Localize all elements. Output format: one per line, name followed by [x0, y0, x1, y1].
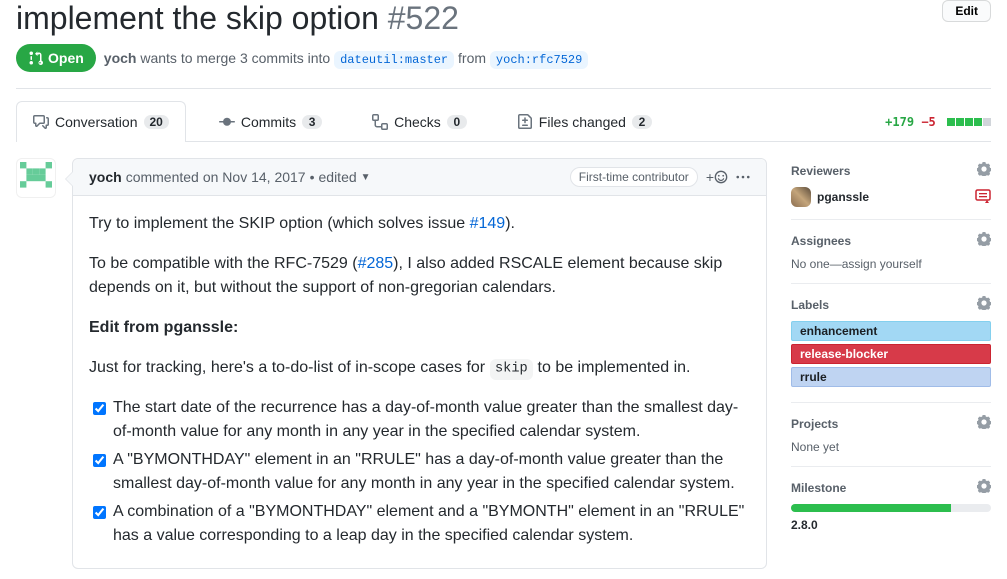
- checks-count: 0: [447, 115, 467, 129]
- task-text: A "BYMONTHDAY" element in an "RRULE" has…: [113, 451, 735, 492]
- add-reaction-button[interactable]: +: [706, 169, 728, 185]
- tab-conversation[interactable]: Conversation 20: [16, 101, 186, 142]
- tab-conversation-label: Conversation: [55, 114, 138, 130]
- chevron-down-icon[interactable]: ▼: [361, 172, 371, 183]
- diffstat: +179 −5: [885, 115, 991, 129]
- from-text: from: [458, 50, 486, 66]
- tab-commits[interactable]: Commits 3: [202, 101, 339, 142]
- bullet: •: [310, 169, 315, 185]
- pr-title-text: implement the skip option: [16, 0, 379, 36]
- edit-heading: Edit from pganssle:: [89, 316, 750, 340]
- files-count: 2: [632, 115, 652, 129]
- files-icon: [517, 114, 533, 130]
- gear-icon[interactable]: [977, 162, 991, 179]
- assignees-text[interactable]: No one—assign yourself: [791, 257, 991, 271]
- gear-icon[interactable]: [977, 415, 991, 432]
- comment-p3: Just for tracking, here's a to-do-list o…: [89, 356, 750, 380]
- tab-checks-label: Checks: [394, 114, 441, 130]
- task-text: A combination of a "BYMONTHDAY" element …: [113, 503, 744, 544]
- tab-files-label: Files changed: [539, 114, 626, 130]
- tabs-nav: Conversation 20 Commits 3 Checks 0 Files…: [16, 101, 669, 142]
- label-enhancement[interactable]: enhancement: [791, 321, 991, 341]
- reviewers-title[interactable]: Reviewers: [791, 162, 991, 179]
- merge-text: wants to merge 3 commits into: [140, 50, 330, 66]
- reviewer-avatar[interactable]: [791, 187, 811, 207]
- merge-description: yoch wants to merge 3 commits into dateu…: [104, 50, 589, 67]
- reviewer-link[interactable]: pganssle: [817, 190, 869, 204]
- changes-requested-icon: [975, 188, 991, 207]
- tab-checks[interactable]: Checks 0: [355, 101, 484, 142]
- task-item: A "BYMONTHDAY" element in an "RRULE" has…: [113, 448, 750, 496]
- task-list: The start date of the recurrence has a d…: [89, 396, 750, 548]
- edit-button[interactable]: Edit: [942, 0, 991, 22]
- projects-title[interactable]: Projects: [791, 415, 991, 432]
- assignees-title[interactable]: Assignees: [791, 232, 991, 249]
- author-link[interactable]: yoch: [104, 50, 137, 66]
- pr-number: #522: [388, 0, 459, 36]
- checks-icon: [372, 114, 388, 130]
- task-item: A combination of a "BYMONTHDAY" element …: [113, 500, 750, 548]
- code-skip: skip: [490, 359, 534, 379]
- comment-p2: To be compatible with the RFC-7529 (#285…: [89, 252, 750, 300]
- commits-icon: [219, 114, 235, 130]
- base-branch[interactable]: dateutil:master: [334, 51, 454, 69]
- comment-p1: Try to implement the SKIP option (which …: [89, 212, 750, 236]
- task-item: The start date of the recurrence has a d…: [113, 396, 750, 444]
- tab-commits-label: Commits: [241, 114, 296, 130]
- pr-icon: [28, 50, 44, 66]
- kebab-icon[interactable]: [736, 170, 750, 184]
- diff-blocks: [947, 118, 991, 126]
- avatar[interactable]: [16, 158, 56, 198]
- task-checkbox[interactable]: [93, 506, 106, 519]
- task-checkbox[interactable]: [93, 454, 106, 467]
- state-badge: Open: [16, 44, 96, 72]
- conversation-count: 20: [144, 115, 169, 129]
- tab-files[interactable]: Files changed 2: [500, 101, 669, 142]
- conversation-icon: [33, 114, 49, 130]
- milestone-title[interactable]: Milestone: [791, 479, 991, 496]
- issue-link-285[interactable]: #285: [358, 255, 394, 272]
- task-text: The start date of the recurrence has a d…: [113, 399, 738, 440]
- gear-icon[interactable]: [977, 479, 991, 496]
- gear-icon[interactable]: [977, 296, 991, 313]
- milestone-link[interactable]: 2.8.0: [791, 518, 818, 532]
- comment-timestamp[interactable]: on Nov 14, 2017: [203, 169, 306, 185]
- issue-link-149[interactable]: #149: [470, 215, 506, 232]
- first-time-badge: First-time contributor: [570, 167, 698, 187]
- milestone-progress: [791, 504, 991, 512]
- additions: +179: [885, 115, 914, 129]
- head-branch[interactable]: yoch:rfc7529: [490, 51, 588, 69]
- comment: yoch commented on Nov 14, 2017 • edited …: [72, 158, 767, 569]
- edited-label[interactable]: edited: [319, 169, 357, 185]
- label-release-blocker[interactable]: release-blocker: [791, 344, 991, 364]
- comment-author[interactable]: yoch: [89, 169, 122, 185]
- commits-count: 3: [302, 115, 322, 129]
- projects-text: None yet: [791, 440, 991, 454]
- task-checkbox[interactable]: [93, 402, 106, 415]
- gear-icon[interactable]: [977, 232, 991, 249]
- label-rrule[interactable]: rrule: [791, 367, 991, 387]
- labels-title[interactable]: Labels: [791, 296, 991, 313]
- pr-title: implement the skip option #522: [16, 0, 459, 36]
- deletions: −5: [921, 115, 935, 129]
- avatar-icon: [20, 162, 52, 194]
- state-label: Open: [48, 50, 84, 66]
- comment-verb: commented: [126, 169, 199, 185]
